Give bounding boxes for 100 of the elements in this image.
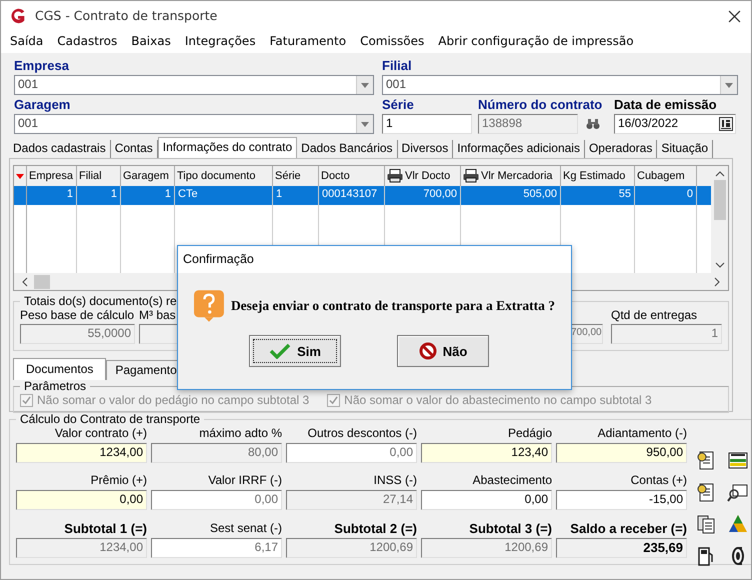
field-label: Subtotal 3 (=) bbox=[468, 522, 552, 538]
check-icon bbox=[269, 343, 292, 359]
no-entry-icon bbox=[418, 342, 437, 360]
field-label: INSS (-) bbox=[372, 474, 417, 490]
value-field[interactable]: 0,00 bbox=[16, 490, 147, 510]
weight-field[interactable]: 55,0000 bbox=[20, 324, 135, 344]
yes-button[interactable]: Sim bbox=[249, 335, 341, 367]
column-label: Docto bbox=[321, 170, 350, 182]
dialog-title: Confirmação bbox=[178, 246, 571, 273]
field-label: Número do contrato bbox=[478, 98, 604, 114]
column-label: Vlr Docto bbox=[405, 170, 450, 182]
table-cell: 700,00 bbox=[385, 186, 461, 205]
vertical-scrollbar[interactable] bbox=[711, 166, 728, 273]
column-label: Cubagem bbox=[637, 170, 685, 182]
field-label: M³ bas bbox=[139, 308, 177, 324]
value-field[interactable]: 1234,00 bbox=[16, 538, 147, 558]
column-label: Série bbox=[275, 170, 301, 182]
company-combo[interactable]: 001 bbox=[14, 75, 374, 95]
value-field[interactable]: 1200,69 bbox=[421, 538, 552, 558]
table-cell: 000143107 bbox=[319, 186, 385, 205]
branch-combo[interactable]: 001 bbox=[382, 75, 738, 95]
series-field[interactable]: 1 bbox=[382, 114, 472, 134]
column-label: Tipo documento bbox=[177, 170, 256, 182]
value-field[interactable]: -15,00 bbox=[556, 490, 687, 510]
dialog-message: Deseja enviar o contrato de transporte para a Extratta ? bbox=[230, 298, 555, 314]
field-label: Série bbox=[382, 98, 415, 114]
close-icon[interactable] bbox=[728, 10, 741, 22]
table-cell: 1 bbox=[77, 186, 121, 205]
contract-number-field[interactable]: 138898 bbox=[478, 114, 578, 134]
calendar-icon[interactable] bbox=[719, 117, 733, 131]
field-label: máximo adto % bbox=[198, 426, 282, 442]
field-label: Adiantamento (-) bbox=[596, 426, 687, 442]
value-field[interactable]: 0,00 bbox=[286, 442, 417, 463]
value-field[interactable]: 1200,69 bbox=[286, 538, 417, 558]
field-label: Data de emissão bbox=[614, 98, 718, 114]
value-field[interactable]: 6,17 bbox=[151, 538, 282, 558]
scroll-right-icon[interactable] bbox=[714, 276, 720, 286]
value-field[interactable]: 123,40 bbox=[421, 442, 552, 463]
value-field[interactable]: 950,00 bbox=[556, 442, 687, 463]
field-label: Peso base de cálculo bbox=[20, 308, 135, 324]
pages-icon[interactable] bbox=[695, 512, 717, 535]
field-label: Contas (+) bbox=[630, 474, 687, 490]
column-label: Filial bbox=[79, 170, 102, 182]
logo-icon bbox=[9, 7, 27, 25]
value-field[interactable]: 235,69 bbox=[556, 538, 687, 558]
field-label: Valor contrato (+) bbox=[54, 426, 147, 442]
deliveries-field[interactable]: 1 bbox=[611, 324, 722, 344]
field-label: Garagem bbox=[14, 98, 72, 114]
no-button[interactable]: Não bbox=[397, 335, 489, 367]
tab[interactable]: Informações do contrato bbox=[158, 137, 298, 158]
tab[interactable]: Documentos bbox=[13, 358, 106, 380]
date-field[interactable]: 16/03/2022 bbox=[614, 114, 736, 134]
column-label: Kg Estimado bbox=[563, 170, 626, 182]
table-cell: CTe bbox=[175, 186, 273, 205]
menu-item[interactable]: Saída bbox=[10, 35, 44, 49]
field-label: Abastecimento bbox=[472, 474, 552, 490]
scroll-left-icon[interactable] bbox=[22, 276, 28, 286]
column-label: Garagem bbox=[123, 170, 169, 182]
value-field[interactable]: 27,14 bbox=[286, 490, 417, 510]
field-label: Sest senat (-) bbox=[208, 522, 282, 538]
scroll-down-icon[interactable] bbox=[714, 261, 724, 269]
scroll-thumb[interactable] bbox=[34, 274, 50, 288]
menu-item[interactable]: Comissões bbox=[360, 35, 424, 49]
table-cell: 1 bbox=[273, 186, 319, 205]
group-title: Totais do(s) documento(s) re bbox=[23, 295, 178, 309]
dropdown-icon[interactable] bbox=[356, 115, 373, 133]
menu-item[interactable]: Integrações bbox=[184, 35, 256, 49]
menu-item[interactable]: Faturamento bbox=[270, 35, 346, 49]
scroll-up-icon[interactable] bbox=[714, 170, 724, 178]
field-label: Qtd de entregas bbox=[611, 308, 698, 324]
field-label: Subtotal 1 (=) bbox=[63, 522, 147, 538]
table-cell: 0 bbox=[635, 186, 697, 205]
field-label: Subtotal 2 (=) bbox=[333, 522, 417, 538]
column-label: Vlr Mercadoria bbox=[481, 170, 553, 182]
dropdown-icon[interactable] bbox=[356, 76, 373, 94]
value-field[interactable]: 0,00 bbox=[151, 490, 282, 510]
printer-icon bbox=[463, 169, 479, 183]
menu-item[interactable]: Abrir configuração de impressão bbox=[438, 35, 634, 49]
window-title: CGS - Contrato de transporte bbox=[35, 8, 218, 24]
menu-item[interactable]: Baixas bbox=[131, 35, 171, 49]
garage-combo[interactable]: 001 bbox=[14, 114, 374, 134]
table-cell: 55 bbox=[561, 186, 635, 205]
column-label: Empresa bbox=[29, 170, 74, 182]
volume-field[interactable] bbox=[139, 324, 179, 344]
scroll-thumb[interactable] bbox=[714, 180, 726, 220]
value-field[interactable]: 1234,00 bbox=[16, 442, 147, 463]
dropdown-icon[interactable] bbox=[720, 76, 737, 94]
table-row[interactable]: 1 1 1 CTe 1 000143107 700,00 505,00 55 0 bbox=[14, 186, 711, 205]
group-title: Parâmetros bbox=[23, 380, 88, 394]
value-field[interactable]: 0,00 bbox=[421, 490, 552, 510]
value-field[interactable]: 80,00 bbox=[151, 442, 282, 463]
field-label: Outros descontos (-) bbox=[306, 426, 417, 442]
field-label: Saldo a receber (=) bbox=[569, 522, 687, 538]
group-title: Cálculo do Contrato de transporte bbox=[19, 413, 202, 427]
printer-icon bbox=[387, 169, 403, 183]
menu-item[interactable]: Cadastros bbox=[57, 35, 118, 49]
triangle-icon[interactable] bbox=[727, 512, 749, 535]
field-label: Filial bbox=[382, 59, 413, 75]
field-label: Valor IRRF (-) bbox=[207, 474, 282, 490]
binoculars-icon[interactable] bbox=[586, 118, 600, 130]
